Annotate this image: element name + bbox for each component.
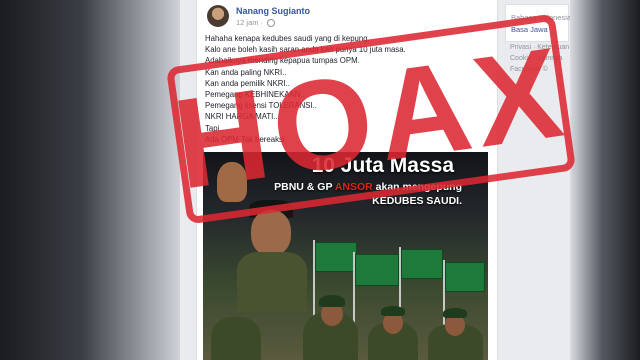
leader-body	[237, 252, 307, 312]
soldier-beret	[319, 295, 345, 307]
soldier-beret	[381, 306, 405, 316]
green-flag	[401, 249, 443, 279]
green-flag	[315, 242, 357, 272]
blurred-right-edge	[570, 0, 640, 360]
post-timestamp[interactable]: 12 jam ·	[236, 18, 263, 27]
blurred-left-edge	[0, 0, 180, 360]
green-flag	[355, 254, 399, 286]
avatar[interactable]	[207, 5, 229, 27]
soldier-beret	[443, 308, 467, 318]
post-author[interactable]: Nanang Sugianto	[236, 6, 310, 16]
green-flag	[445, 262, 485, 292]
soldier-figure	[211, 317, 261, 360]
leader-face	[251, 210, 291, 256]
globe-icon	[267, 19, 276, 28]
post-meta: 12 jam ·	[236, 18, 276, 28]
